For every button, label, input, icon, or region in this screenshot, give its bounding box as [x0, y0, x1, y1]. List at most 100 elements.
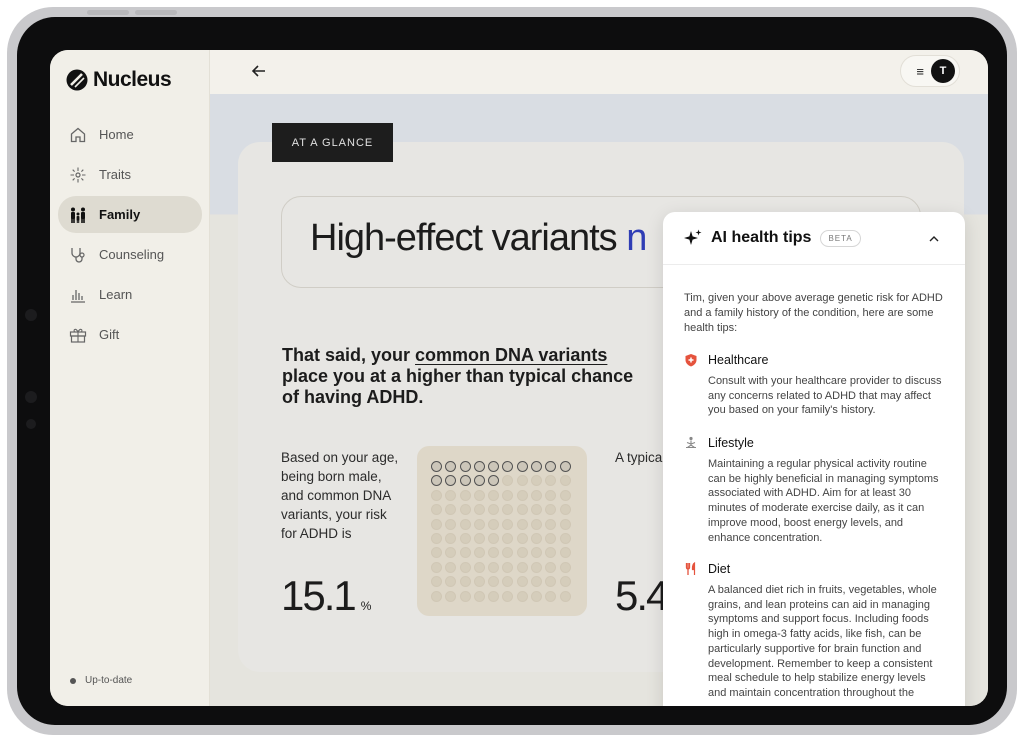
brand-logo[interactable]: Nucleus — [66, 68, 172, 92]
tip-text: A balanced diet rich in fruits, vegetabl… — [708, 584, 937, 699]
risk-dot — [445, 518, 457, 530]
headline: High-effect variants n — [310, 217, 647, 260]
sparkle-icon — [70, 167, 86, 182]
risk-dot-highlighted — [431, 475, 442, 487]
risk-dot — [516, 489, 528, 501]
risk-dot-highlighted — [559, 461, 571, 472]
tip-healthcare: Healthcare Consult with your healthcare … — [684, 353, 946, 418]
risk-dot — [531, 547, 543, 559]
risk-dot — [445, 504, 457, 516]
risk-dot-grid — [417, 446, 587, 616]
risk-dot — [516, 475, 528, 487]
status-dot-icon — [70, 677, 76, 684]
risk-dot-highlighted — [445, 475, 457, 487]
panel-intro: Tim, given your above average genetic ri… — [684, 292, 943, 334]
risk-dot — [559, 590, 571, 602]
risk-dot — [473, 489, 485, 501]
sidebar: Nucleus Home Traits Family Counseling Le… — [50, 50, 210, 706]
lead-text: place you at a higher than typical chanc… — [282, 366, 634, 407]
risk-dot — [431, 518, 442, 530]
risk-dot — [488, 590, 500, 602]
risk-dot — [431, 561, 442, 573]
risk-dot — [431, 504, 442, 516]
risk-dot — [459, 561, 471, 573]
risk-dot — [459, 489, 471, 501]
risk-dot — [488, 504, 500, 516]
volume-button — [87, 10, 129, 15]
risk-dot — [516, 576, 528, 588]
risk-dot — [445, 489, 457, 501]
risk-dot — [473, 518, 485, 530]
risk-dot-highlighted — [516, 461, 528, 472]
sync-status: Up-to-date — [70, 675, 132, 686]
risk-dot — [502, 504, 514, 516]
risk-dot-highlighted — [459, 461, 471, 472]
chevron-up-icon[interactable] — [927, 232, 941, 246]
risk-dot — [502, 576, 514, 588]
risk-dot — [488, 532, 500, 544]
risk-dot — [445, 532, 457, 544]
sidebar-item-traits[interactable]: Traits — [58, 156, 202, 193]
risk-dot — [459, 518, 471, 530]
lead-statement: That said, your common DNA variants plac… — [282, 345, 642, 408]
shield-icon — [685, 354, 697, 367]
risk-dot — [445, 547, 457, 559]
risk-dot — [502, 547, 514, 559]
sidebar-item-family[interactable]: Family — [58, 196, 202, 233]
risk-dot-highlighted — [473, 461, 485, 472]
tip-lifestyle: Lifestyle Maintaining a regular physical… — [684, 436, 946, 545]
typical-risk-value: 5.4 — [615, 572, 665, 619]
sidebar-nav: Home Traits Family Counseling Learn Gift — [58, 116, 202, 356]
tip-text: Maintaining a regular physical activity … — [708, 458, 939, 544]
headline-accent: n — [626, 217, 647, 259]
sidebar-item-gift[interactable]: Gift — [58, 316, 202, 353]
risk-dot — [545, 561, 557, 573]
common-variants-link[interactable]: common DNA variants — [415, 345, 607, 365]
sensor-icon — [26, 419, 36, 429]
risk-dot — [559, 504, 571, 516]
risk-dot — [516, 590, 528, 602]
risk-dot — [531, 504, 543, 516]
risk-dot — [459, 576, 471, 588]
risk-dot — [459, 547, 471, 559]
risk-dot — [545, 475, 557, 487]
risk-dot — [502, 532, 514, 544]
risk-dot — [473, 532, 485, 544]
panel-header[interactable]: AI health tips BETA — [663, 212, 965, 265]
risk-dot-highlighted — [445, 461, 457, 472]
camera-icon — [25, 309, 37, 321]
risk-dot — [488, 518, 500, 530]
risk-dot — [445, 576, 457, 588]
sidebar-item-learn[interactable]: Learn — [58, 276, 202, 313]
risk-dot — [559, 547, 571, 559]
sidebar-item-label: Traits — [99, 167, 132, 182]
sidebar-item-home[interactable]: Home — [58, 116, 202, 153]
risk-dot — [431, 547, 442, 559]
risk-dot — [459, 504, 471, 516]
brand-name: Nucleus — [93, 68, 172, 91]
hamburger-icon: ≡ — [916, 63, 924, 79]
risk-value: 15.1% — [281, 572, 371, 620]
tip-title: Healthcare — [708, 353, 769, 367]
risk-dot — [545, 532, 557, 544]
risk-dot — [431, 590, 442, 602]
risk-dot — [545, 590, 557, 602]
sidebar-item-counseling[interactable]: Counseling — [58, 236, 202, 273]
risk-dot — [531, 475, 543, 487]
risk-dot — [502, 475, 514, 487]
risk-dot — [531, 518, 543, 530]
risk-dot — [545, 504, 557, 516]
risk-dot — [445, 590, 457, 602]
risk-dot — [473, 547, 485, 559]
risk-dot — [488, 547, 500, 559]
back-arrow-icon[interactable] — [250, 62, 268, 80]
risk-dot — [559, 489, 571, 501]
risk-dot — [431, 532, 442, 544]
risk-dot — [516, 561, 528, 573]
account-menu-button[interactable]: ≡ T — [900, 55, 960, 87]
risk-dot — [473, 504, 485, 516]
risk-dot — [545, 518, 557, 530]
risk-dot — [559, 561, 571, 573]
risk-dot — [459, 590, 471, 602]
gift-icon — [69, 328, 87, 343]
